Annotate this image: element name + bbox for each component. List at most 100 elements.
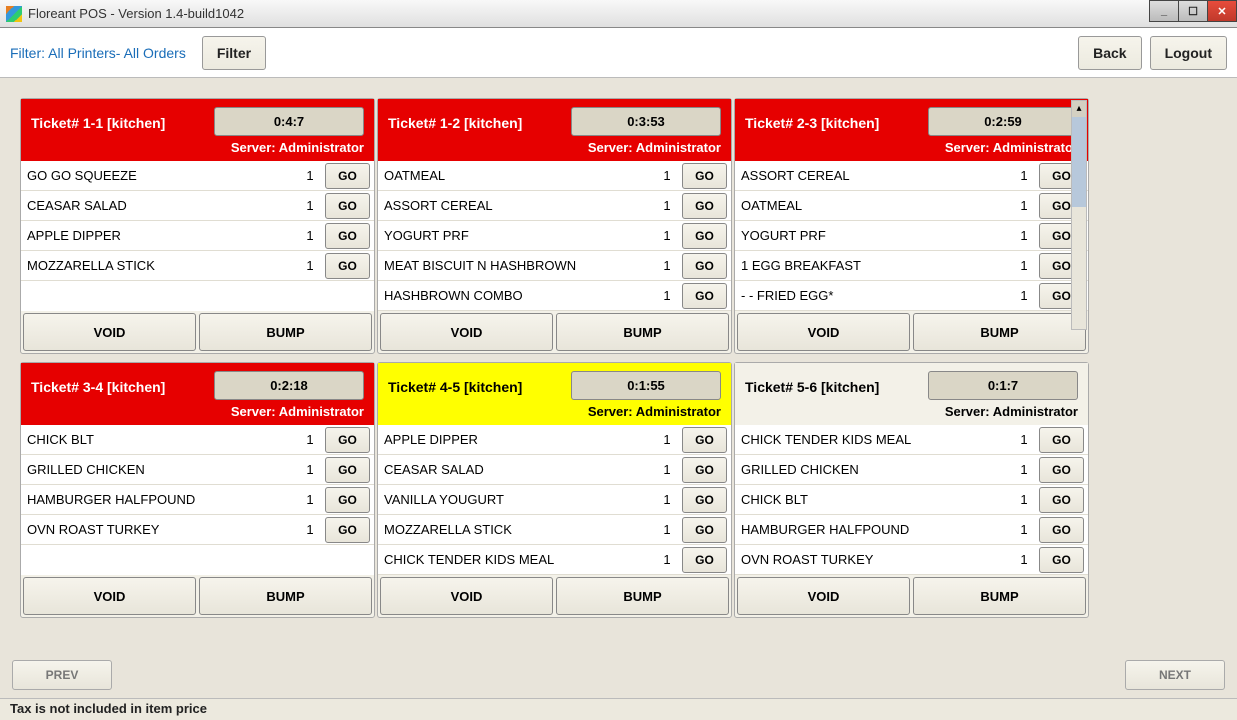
go-button[interactable]: GO — [1039, 517, 1084, 543]
void-button[interactable]: VOID — [737, 577, 910, 615]
ticket-server: Server: Administrator — [231, 404, 364, 419]
go-button[interactable]: GO — [682, 163, 727, 189]
item-row: OVN ROAST TURKEY1GO — [735, 545, 1088, 575]
item-name: ASSORT CEREAL — [382, 198, 652, 213]
scrollbar[interactable]: ▴ — [1071, 100, 1087, 330]
back-button[interactable]: Back — [1078, 36, 1141, 70]
item-row: MEAT BISCUIT N HASHBROWN1GO — [378, 251, 731, 281]
minimize-button[interactable]: _ — [1149, 0, 1179, 22]
toolbar: Filter: All Printers- All Orders Filter … — [0, 28, 1237, 78]
go-button[interactable]: GO — [682, 193, 727, 219]
go-button[interactable]: GO — [325, 223, 370, 249]
next-button[interactable]: NEXT — [1125, 660, 1225, 690]
ticket-header: Ticket# 4-5 [kitchen]0:1:55Server: Admin… — [378, 363, 731, 425]
prev-button[interactable]: PREV — [12, 660, 112, 690]
go-button[interactable]: GO — [682, 223, 727, 249]
ticket-server: Server: Administrator — [945, 140, 1078, 155]
go-button[interactable]: GO — [682, 283, 727, 309]
item-name: HASHBROWN COMBO — [382, 288, 652, 303]
item-row: APPLE DIPPER1GO — [21, 221, 374, 251]
ticket-timer: 0:4:7 — [214, 107, 364, 136]
item-qty: 1 — [652, 228, 682, 243]
ticket-timer: 0:1:55 — [571, 371, 721, 400]
scroll-thumb[interactable] — [1072, 117, 1086, 207]
item-qty: 1 — [1009, 258, 1039, 273]
go-button[interactable]: GO — [1039, 487, 1084, 513]
ticket-items: CHICK TENDER KIDS MEAL1GOGRILLED CHICKEN… — [735, 425, 1088, 575]
filter-summary: Filter: All Printers- All Orders — [10, 45, 186, 61]
go-button[interactable]: GO — [682, 253, 727, 279]
void-button[interactable]: VOID — [23, 577, 196, 615]
item-name: 1 EGG BREAKFAST — [739, 258, 1009, 273]
item-qty: 1 — [295, 258, 325, 273]
item-row: APPLE DIPPER1GO — [378, 425, 731, 455]
ticket-card: Ticket# 2-3 [kitchen]0:2:59Server: Admin… — [734, 98, 1089, 354]
bump-button[interactable]: BUMP — [199, 577, 372, 615]
scroll-up-icon[interactable]: ▴ — [1072, 101, 1086, 117]
go-button[interactable]: GO — [682, 517, 727, 543]
go-button[interactable]: GO — [325, 427, 370, 453]
item-qty: 1 — [295, 198, 325, 213]
item-name: HAMBURGER HALFPOUND — [25, 492, 295, 507]
go-button[interactable]: GO — [1039, 457, 1084, 483]
item-row: ASSORT CEREAL1GO — [735, 161, 1088, 191]
bump-button[interactable]: BUMP — [913, 577, 1086, 615]
item-qty: 1 — [1009, 432, 1039, 447]
item-name: CHICK BLT — [25, 432, 295, 447]
void-button[interactable]: VOID — [737, 313, 910, 351]
filter-button[interactable]: Filter — [202, 36, 266, 70]
ticket-card: Ticket# 4-5 [kitchen]0:1:55Server: Admin… — [377, 362, 732, 618]
pager: PREV NEXT — [0, 660, 1237, 690]
item-row: VANILLA YOUGURT1GO — [378, 485, 731, 515]
go-button[interactable]: GO — [325, 487, 370, 513]
void-button[interactable]: VOID — [23, 313, 196, 351]
item-qty: 1 — [652, 258, 682, 273]
item-name: APPLE DIPPER — [25, 228, 295, 243]
item-qty: 1 — [652, 552, 682, 567]
logout-button[interactable]: Logout — [1150, 36, 1227, 70]
item-name: CHICK BLT — [739, 492, 1009, 507]
ticket-server: Server: Administrator — [588, 404, 721, 419]
item-qty: 1 — [652, 288, 682, 303]
bump-button[interactable]: BUMP — [556, 577, 729, 615]
ticket-items: OATMEAL1GOASSORT CEREAL1GOYOGURT PRF1GOM… — [378, 161, 731, 311]
go-button[interactable]: GO — [325, 457, 370, 483]
go-button[interactable]: GO — [1039, 427, 1084, 453]
go-button[interactable]: GO — [682, 427, 727, 453]
go-button[interactable]: GO — [325, 193, 370, 219]
go-button[interactable]: GO — [682, 547, 727, 573]
go-button[interactable]: GO — [325, 517, 370, 543]
item-row: CHICK BLT1GO — [21, 425, 374, 455]
ticket-header: Ticket# 5-6 [kitchen]0:1:7Server: Admini… — [735, 363, 1088, 425]
void-button[interactable]: VOID — [380, 577, 553, 615]
close-button[interactable]: ✕ — [1207, 0, 1237, 22]
item-qty: 1 — [652, 522, 682, 537]
go-button[interactable]: GO — [325, 253, 370, 279]
ticket-title: Ticket# 1-1 [kitchen] — [31, 115, 165, 131]
item-row: CEASAR SALAD1GO — [378, 455, 731, 485]
item-row: MOZZARELLA STICK1GO — [21, 251, 374, 281]
go-button[interactable]: GO — [1039, 547, 1084, 573]
go-button[interactable]: GO — [682, 457, 727, 483]
item-name: GRILLED CHICKEN — [739, 462, 1009, 477]
bump-button[interactable]: BUMP — [199, 313, 372, 351]
maximize-button[interactable]: ☐ — [1178, 0, 1208, 22]
void-button[interactable]: VOID — [380, 313, 553, 351]
item-row: HASHBROWN COMBO1GO — [378, 281, 731, 311]
item-qty: 1 — [295, 432, 325, 447]
item-qty: 1 — [1009, 198, 1039, 213]
item-qty: 1 — [652, 198, 682, 213]
bump-button[interactable]: BUMP — [556, 313, 729, 351]
item-qty: 1 — [652, 432, 682, 447]
go-button[interactable]: GO — [325, 163, 370, 189]
ticket-title: Ticket# 1-2 [kitchen] — [388, 115, 522, 131]
tickets-grid: Ticket# 1-1 [kitchen] 0:4:7 Server: Admini… — [0, 78, 1237, 618]
item-name: YOGURT PRF — [382, 228, 652, 243]
item-qty: 1 — [1009, 168, 1039, 183]
item-name: APPLE DIPPER — [382, 432, 652, 447]
ticket-items: ASSORT CEREAL1GOOATMEAL1GOYOGURT PRF1GO1… — [735, 161, 1088, 311]
item-row: CEASAR SALAD1GO — [21, 191, 374, 221]
bump-button[interactable]: BUMP — [913, 313, 1086, 351]
go-button[interactable]: GO — [682, 487, 727, 513]
window-controls: _ ☐ ✕ — [1150, 0, 1237, 27]
